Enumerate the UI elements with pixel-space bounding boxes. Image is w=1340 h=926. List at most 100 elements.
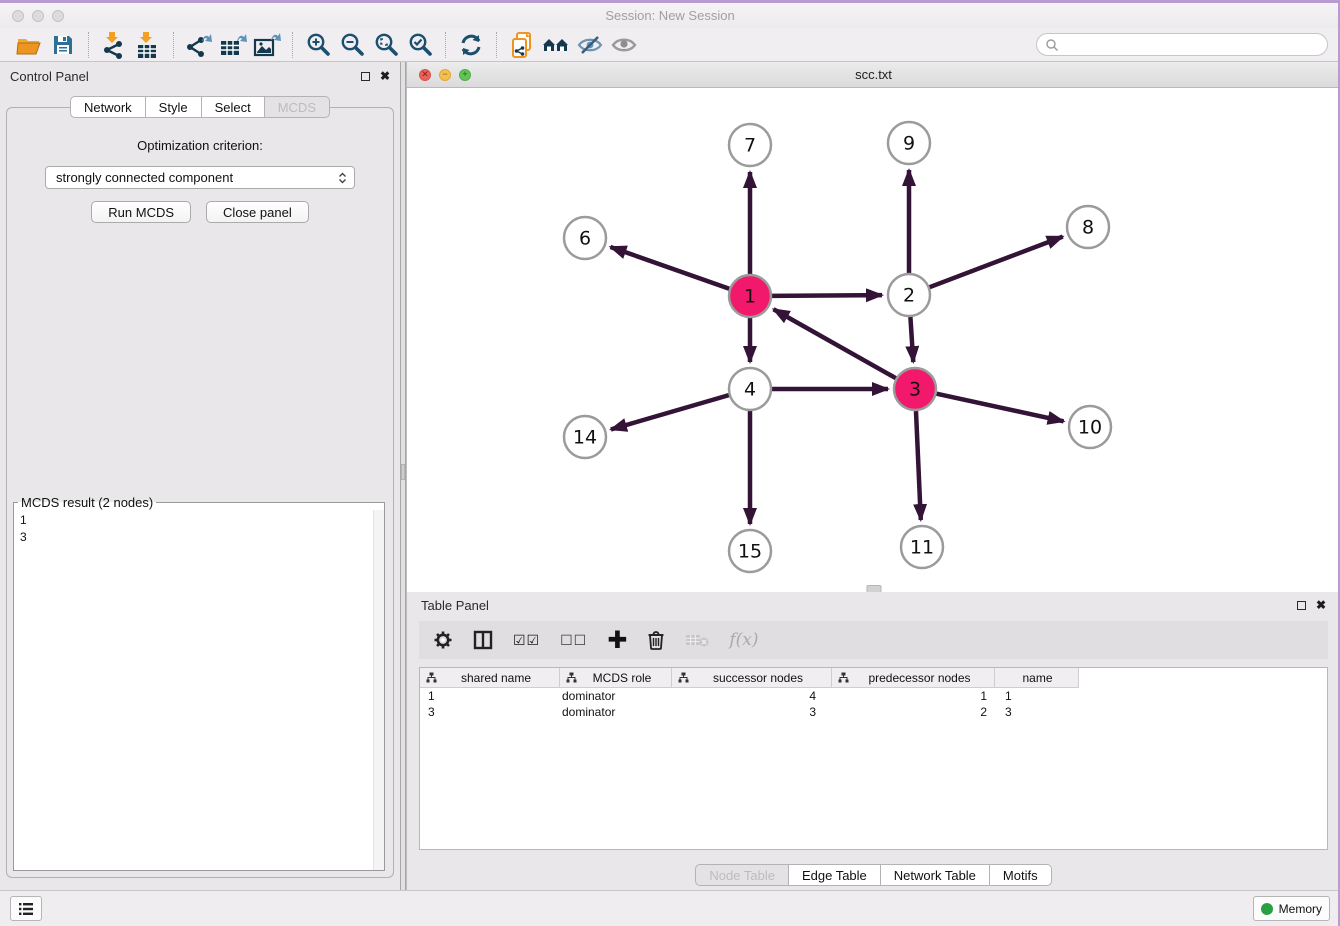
add-column-button[interactable]: ✚: [607, 630, 627, 650]
tab-motifs[interactable]: Motifs: [990, 864, 1052, 886]
node-label: 14: [573, 427, 597, 449]
tab-edge-table[interactable]: Edge Table: [789, 864, 881, 886]
table-cell[interactable]: 1: [832, 688, 995, 704]
minimize-window-button[interactable]: [32, 10, 44, 22]
network-minimize-button[interactable]: −: [439, 69, 451, 81]
node-1[interactable]: 1: [729, 275, 771, 317]
mcds-result-box[interactable]: 1 3: [14, 510, 384, 870]
run-mcds-button[interactable]: Run MCDS: [91, 201, 191, 223]
node-2[interactable]: 2: [888, 274, 930, 316]
column-header-shared-name[interactable]: shared name: [420, 668, 560, 688]
table-panel-title: Table Panel: [421, 598, 489, 613]
close-panel-button[interactable]: Close panel: [206, 201, 309, 223]
tab-style[interactable]: Style: [146, 96, 202, 118]
canvas-resize-handle[interactable]: [866, 585, 881, 592]
table-cell[interactable]: 3: [995, 704, 1079, 720]
mcds-panel: Optimization criterion: strongly connect…: [6, 107, 394, 878]
node-4[interactable]: 4: [729, 368, 771, 410]
node-7[interactable]: 7: [729, 124, 771, 166]
edge-3-1[interactable]: [774, 309, 896, 378]
hide-selected-button[interactable]: [573, 31, 607, 59]
open-session-button[interactable]: [12, 31, 46, 59]
table-cell[interactable]: dominator: [560, 704, 672, 720]
node-table[interactable]: shared nameMCDS rolesuccessor nodesprede…: [419, 667, 1328, 850]
column-header-name[interactable]: name: [995, 668, 1079, 688]
network-graph[interactable]: 7 9 6 8 1 2 4 3 14 10 15 11: [407, 88, 1340, 592]
table-cell[interactable]: 1: [995, 688, 1079, 704]
export-image-button[interactable]: [250, 31, 284, 59]
control-panel: Control Panel ✖ NetworkStyleSelectMCDS O…: [0, 62, 400, 890]
import-network-button[interactable]: [97, 31, 131, 59]
zoom-selected-button[interactable]: [403, 31, 437, 59]
tab-select[interactable]: Select: [202, 96, 265, 118]
node-15[interactable]: 15: [729, 530, 771, 572]
table-row[interactable]: 3dominator323: [420, 704, 1327, 720]
export-network-button[interactable]: [182, 31, 216, 59]
export-table-button[interactable]: [216, 31, 250, 59]
tab-network-table[interactable]: Network Table: [881, 864, 990, 886]
column-header-predecessor-nodes[interactable]: predecessor nodes: [832, 668, 995, 688]
node-6[interactable]: 6: [564, 217, 606, 259]
import-table-button[interactable]: [131, 31, 165, 59]
table-cell[interactable]: 3: [672, 704, 832, 720]
network-zoom-button[interactable]: +: [459, 69, 471, 81]
edge-3-10[interactable]: [936, 394, 1063, 422]
splitter-grip[interactable]: [401, 464, 405, 480]
tab-mcds[interactable]: MCDS: [265, 96, 330, 118]
table-row[interactable]: 1dominator411: [420, 688, 1327, 704]
float-panel-icon[interactable]: [361, 72, 370, 81]
edge-4-14[interactable]: [611, 395, 729, 429]
edge-1-2[interactable]: [772, 295, 882, 296]
float-panel-icon[interactable]: [1297, 601, 1306, 610]
deselect-all-checkboxes-button[interactable]: ☐☐: [560, 632, 587, 649]
column-header-successor-nodes[interactable]: successor nodes: [672, 668, 832, 688]
table-cell[interactable]: 1: [420, 688, 560, 704]
column-header-MCDS-role[interactable]: MCDS role: [560, 668, 672, 688]
show-all-button[interactable]: [607, 31, 641, 59]
delete-selected-button[interactable]: [647, 630, 665, 650]
result-scrollbar[interactable]: [373, 510, 384, 870]
table-cell[interactable]: 4: [672, 688, 832, 704]
tab-node-table[interactable]: Node Table: [695, 864, 789, 886]
save-session-button[interactable]: [46, 31, 80, 59]
control-panel-tabs: NetworkStyleSelectMCDS: [70, 96, 330, 118]
new-network-from-selection-button[interactable]: [505, 31, 539, 59]
node-14[interactable]: 14: [564, 416, 606, 458]
node-11[interactable]: 11: [901, 526, 943, 568]
zoom-selected-icon: [407, 32, 433, 58]
edge-2-8[interactable]: [930, 237, 1063, 288]
table-cell[interactable]: 3: [420, 704, 560, 720]
close-panel-icon[interactable]: ✖: [380, 70, 390, 82]
select-all-checkboxes-button[interactable]: ☑☑: [513, 632, 540, 649]
node-8[interactable]: 8: [1067, 206, 1109, 248]
table-cell[interactable]: 2: [832, 704, 995, 720]
close-panel-icon[interactable]: ✖: [1316, 599, 1326, 611]
first-neighbors-button[interactable]: [539, 31, 573, 59]
split-view-button[interactable]: [473, 630, 493, 650]
edge-3-11[interactable]: [916, 411, 921, 520]
table-cell[interactable]: dominator: [560, 688, 672, 704]
edge-2-3[interactable]: [910, 317, 913, 362]
network-canvas[interactable]: 7 9 6 8 1 2 4 3 14 10 15 11: [407, 88, 1340, 592]
refresh-button[interactable]: [454, 31, 488, 59]
node-9[interactable]: 9: [888, 122, 930, 164]
zoom-window-button[interactable]: [52, 10, 64, 22]
search-field[interactable]: [1036, 33, 1328, 56]
node-10[interactable]: 10: [1069, 406, 1111, 448]
fit-content-button[interactable]: [369, 31, 403, 59]
search-input[interactable]: [1059, 38, 1319, 52]
toolbar-separator: [292, 32, 293, 58]
zoom-out-button[interactable]: [335, 31, 369, 59]
network-window-titlebar[interactable]: ✕ − + scc.txt: [407, 62, 1340, 88]
close-window-button[interactable]: [12, 10, 24, 22]
edge-1-6[interactable]: [610, 247, 729, 289]
tab-network[interactable]: Network: [70, 96, 146, 118]
memory-button[interactable]: Memory: [1253, 896, 1330, 921]
optimization-criterion-select[interactable]: strongly connected component: [45, 166, 355, 189]
network-close-button[interactable]: ✕: [419, 69, 431, 81]
node-3[interactable]: 3: [894, 368, 936, 410]
node-label: 10: [1078, 417, 1102, 439]
show-panels-menu-button[interactable]: [10, 896, 42, 921]
zoom-in-button[interactable]: [301, 31, 335, 59]
table-settings-button[interactable]: [433, 630, 453, 650]
